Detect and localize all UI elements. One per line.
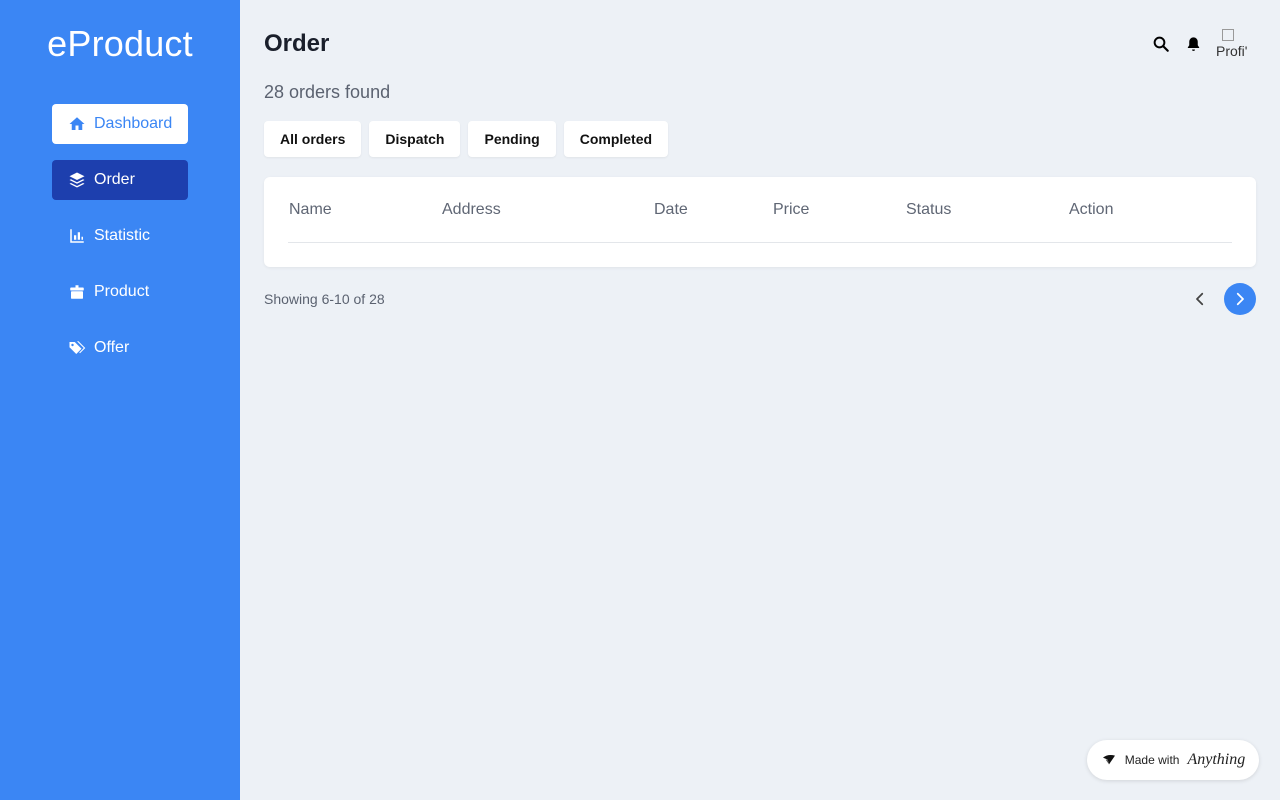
home-icon [68,115,86,133]
filter-dispatch-button[interactable]: Dispatch [369,121,461,157]
layers-icon [68,171,86,189]
filter-all-orders-button[interactable]: All orders [264,121,362,157]
sidebar-item-product[interactable]: Product [52,272,188,312]
orders-count: 28 orders found [264,82,391,102]
chevron-left-icon [1196,292,1204,306]
filter-pending-button[interactable]: Pending [468,121,556,157]
column-header-status[interactable]: Status [905,201,1068,219]
filter-completed-button[interactable]: Completed [563,121,669,157]
column-header-address[interactable]: Address [441,201,653,219]
main-content: Order Profi' 28 orders found All orders … [240,0,1280,800]
avatar-alt-text: Profi' [1216,43,1248,59]
sidebar-item-order[interactable]: Order [52,160,188,200]
chevron-right-icon [1236,292,1244,306]
page-title: Order [264,30,330,57]
bell-icon[interactable] [1184,35,1202,53]
sidebar: eProduct Dashboard Order Statistic Produ… [0,0,240,800]
sidebar-item-label: Statistic [94,227,151,244]
column-header-date[interactable]: Date [653,201,772,219]
sidebar-item-statistic[interactable]: Statistic [52,216,188,256]
broken-image-icon [1222,29,1234,41]
sidebar-item-offer[interactable]: Offer [52,328,188,368]
brand-logo[interactable]: eProduct [47,24,193,64]
made-with-text: Made with [1124,753,1180,767]
sidebar-item-label: Offer [94,339,130,356]
top-actions: Profi' [1152,26,1256,62]
box-icon [68,283,86,301]
column-header-price[interactable]: Price [772,201,905,219]
made-with-badge[interactable]: Made with Anything [1087,740,1259,780]
top-bar: Order Profi' [264,0,1256,88]
pagination-controls [1184,283,1256,315]
sidebar-nav: Dashboard Order Statistic Product Offer [52,104,188,368]
avatar[interactable]: Profi' [1216,26,1256,62]
app-root: eProduct Dashboard Order Statistic Produ… [0,0,1280,800]
table-header-row: Name Address Date Price Status Action [288,177,1232,243]
order-filters: All orders Dispatch Pending Completed [264,121,1256,157]
column-header-name[interactable]: Name [288,201,441,219]
sidebar-item-label: Dashboard [94,115,173,132]
pagination-summary: Showing 6-10 of 28 [264,291,385,307]
sidebar-item-dashboard[interactable]: Dashboard [52,104,188,144]
search-icon[interactable] [1152,35,1170,53]
bar-chart-icon [68,227,86,245]
orders-table: Name Address Date Price Status Action [264,177,1256,267]
anything-logo-icon [1101,751,1117,770]
sidebar-item-label: Order [94,171,135,188]
made-with-brand: Anything [1187,751,1246,768]
next-page-button[interactable] [1224,283,1256,315]
column-header-action[interactable]: Action [1068,201,1218,219]
tags-icon [68,339,86,357]
previous-page-button[interactable] [1184,283,1216,315]
sidebar-item-label: Product [94,283,150,300]
pagination-bar: Showing 6-10 of 28 [264,283,1256,315]
